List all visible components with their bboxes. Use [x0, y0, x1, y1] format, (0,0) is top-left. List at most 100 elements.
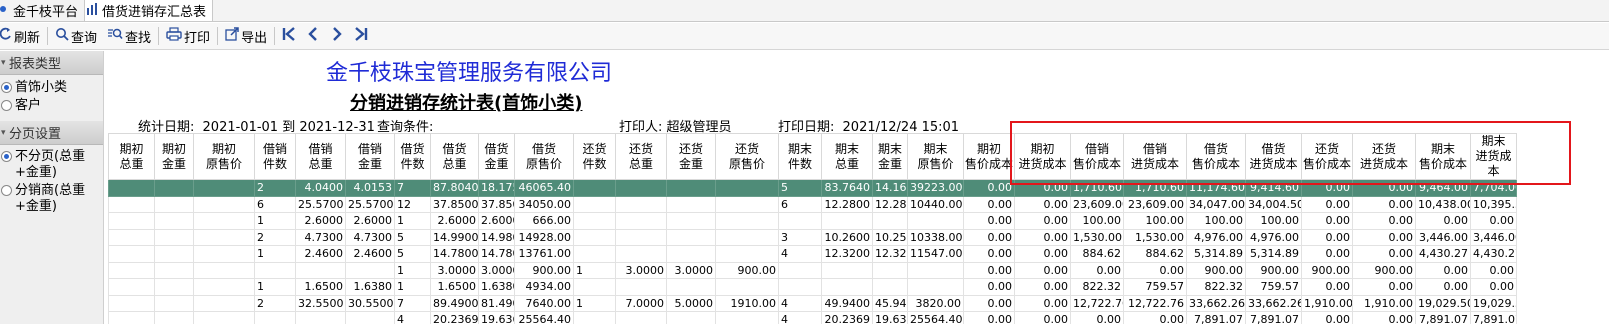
table-cell: 4 — [778, 245, 822, 263]
company-name: 金千枝珠宝管理服务有限公司 — [326, 61, 613, 86]
paging-option[interactable]: 分销商(总重+金重) — [1, 182, 103, 216]
column-header[interactable]: 借销 总重 — [295, 133, 346, 180]
report-type-header[interactable]: ▾ 报表类型 — [0, 51, 103, 75]
tab-label: 借货进销存汇总表 — [102, 5, 207, 20]
table-cell — [666, 245, 716, 263]
prev-page-button[interactable] — [301, 25, 325, 47]
table-cell — [573, 212, 616, 230]
table-row[interactable]: 24.04004.0153787.804018.175346065.40 583.… — [108, 179, 1517, 197]
column-header[interactable]: 借货 进货成本 — [1245, 133, 1302, 180]
column-header[interactable]: 借货 原售价 — [514, 133, 574, 180]
column-header[interactable]: 借销 售价成本 — [1070, 133, 1124, 180]
table-cell: 32.5500 — [295, 294, 346, 312]
table-cell: 0.00 — [963, 245, 1015, 263]
column-header[interactable]: 期末 原售价 — [907, 133, 964, 180]
table-row[interactable]: 12.60002.600012.60002.6000666.000.000.00… — [108, 212, 1517, 230]
column-header[interactable]: 借销 金重 — [345, 133, 395, 180]
table-cell: 0.00 — [1301, 311, 1353, 324]
column-header[interactable]: 还货 总重 — [615, 133, 667, 180]
table-cell — [295, 311, 346, 324]
print-button[interactable]: 打印 — [161, 25, 215, 47]
export-button[interactable]: 导出 — [220, 25, 272, 47]
column-header[interactable]: 期初 售价成本 — [963, 133, 1015, 180]
collapse-caret-icon: ▾ — [1, 127, 6, 138]
tab-bar: 金千枝平台 借货进销存汇总表 — [0, 0, 1609, 22]
toolbar-divider — [217, 27, 219, 45]
table-cell: 2.6000 — [295, 212, 346, 230]
first-page-button[interactable] — [277, 25, 301, 47]
paging-settings-header[interactable]: ▾ 分页设置 — [0, 121, 103, 145]
table-cell — [154, 228, 194, 246]
table-cell — [193, 261, 255, 279]
column-header[interactable]: 借货 总重 — [430, 133, 479, 180]
table-cell: 0.00 — [1470, 212, 1517, 230]
column-header[interactable]: 期末 售价成本 — [1415, 133, 1471, 180]
table-cell: 19.6369 — [872, 311, 908, 324]
table-cell: 2.4600 — [345, 245, 395, 263]
table-cell: 1,710.60 — [1123, 179, 1187, 197]
table-cell: 12,722.76 — [1123, 294, 1187, 312]
radio-selected-icon[interactable] — [1, 82, 12, 93]
table-row[interactable]: 13.00003.0000900.0013.00003.0000900.000.… — [108, 261, 1517, 279]
table-cell: 33,662.26 — [1245, 294, 1302, 312]
radio-icon[interactable] — [1, 100, 12, 111]
table-cell: 0.00 — [1301, 212, 1353, 230]
next-page-button[interactable] — [325, 25, 349, 47]
search-icon — [55, 27, 69, 45]
column-header[interactable]: 期末 件数 — [778, 133, 822, 180]
table-row[interactable]: 625.570025.57001237.850037.850034050.006… — [108, 195, 1517, 213]
table-row[interactable]: 24.73004.7300514.990014.980014928.00310.… — [108, 228, 1517, 246]
column-header[interactable]: 期初 总重 — [108, 133, 155, 180]
table-cell: 33,662.26 — [1186, 294, 1246, 312]
column-header[interactable]: 还货 原售价 — [715, 133, 779, 180]
paging-option[interactable]: 不分页(总重+金重) — [1, 148, 103, 182]
report-type-option[interactable]: 客户 — [1, 97, 103, 115]
table-cell: 7,891.07 — [1186, 311, 1246, 324]
last-page-button[interactable] — [349, 25, 373, 47]
column-header[interactable]: 期末 金重 — [872, 133, 908, 180]
column-header[interactable]: 期初 金重 — [154, 133, 194, 180]
column-header[interactable]: 期末 进货成本 — [1470, 133, 1517, 180]
printer-icon — [166, 27, 182, 45]
table-cell: 0.00 — [1123, 261, 1187, 279]
column-header[interactable]: 期末 总重 — [821, 133, 873, 180]
column-header[interactable]: 期初 原售价 — [193, 133, 255, 180]
table-cell: 0.00 — [1470, 278, 1517, 296]
table-cell: 7 — [394, 294, 431, 312]
column-header[interactable]: 还货 进货成本 — [1352, 133, 1416, 180]
report-type-option[interactable]: 首饰小类 — [1, 79, 103, 97]
table-cell: 34050.00 — [514, 195, 574, 213]
column-header[interactable]: 借销 件数 — [254, 133, 296, 180]
radio-icon[interactable] — [1, 185, 12, 196]
option-label: 客户 — [15, 98, 42, 113]
find-button[interactable]: 查找 — [102, 25, 156, 47]
table-row[interactable]: 11.65001.638011.65001.63804934.000.000.0… — [108, 278, 1517, 296]
column-header[interactable]: 期初 进货成本 — [1014, 133, 1071, 180]
table-cell: 14.1600 — [872, 179, 908, 197]
table-row[interactable]: 12.46002.4600514.780014.780013761.00412.… — [108, 245, 1517, 263]
column-header[interactable]: 借货 金重 — [478, 133, 515, 180]
column-header[interactable]: 借货 件数 — [394, 133, 431, 180]
table-cell — [821, 278, 873, 296]
table-cell: 45.9400 — [872, 294, 908, 312]
table-row[interactable]: 232.550030.5500789.490081.49007640.0017.… — [108, 294, 1517, 312]
tab-report[interactable]: 借货进销存汇总表 — [85, 0, 214, 21]
column-header[interactable]: 借销 进货成本 — [1123, 133, 1187, 180]
column-header[interactable]: 借货 售价成本 — [1186, 133, 1246, 180]
toolbar-divider — [274, 27, 276, 45]
table-row[interactable]: 420.236919.636925564.40420.236919.636925… — [108, 311, 1517, 324]
table-cell: 4,976.00 — [1186, 228, 1246, 246]
table-cell: 1,910.00 — [1301, 294, 1353, 312]
column-header[interactable]: 还货 售价成本 — [1301, 133, 1353, 180]
table-cell: 0.00 — [963, 311, 1015, 324]
refresh-button[interactable]: 刷新 — [0, 25, 45, 47]
column-header[interactable]: 还货 金重 — [666, 133, 716, 180]
radio-selected-icon[interactable] — [1, 151, 12, 162]
tab-platform[interactable]: 金千枝平台 — [0, 0, 86, 21]
column-header[interactable]: 还货 件数 — [573, 133, 616, 180]
table-cell: 25564.40 — [907, 311, 964, 324]
table-cell — [108, 245, 155, 263]
table-cell — [108, 195, 155, 213]
table-cell: 1,530.00 — [1123, 228, 1187, 246]
query-button[interactable]: 查询 — [50, 25, 102, 47]
